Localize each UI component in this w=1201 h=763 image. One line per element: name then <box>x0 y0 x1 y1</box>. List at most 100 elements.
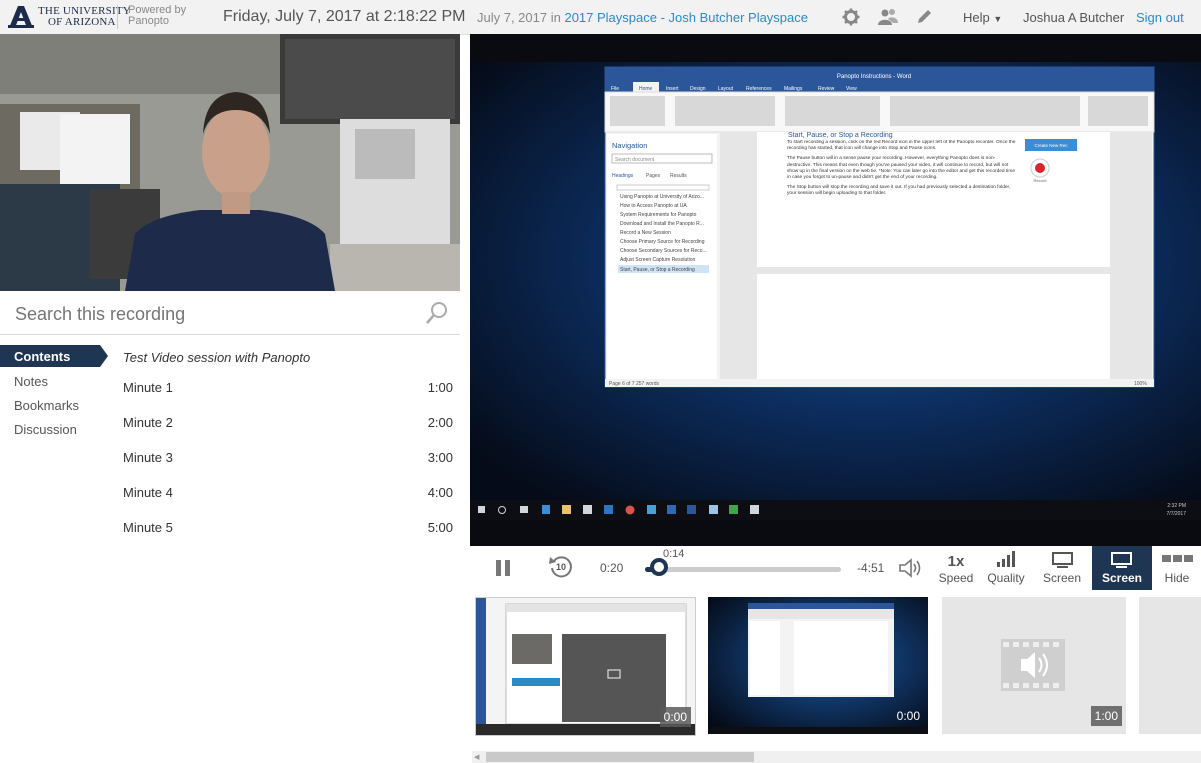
breadcrumb-date: July 7, 2017 in <box>477 10 561 25</box>
quality-button[interactable]: Quality <box>983 546 1029 590</box>
elapsed-time: 0:20 <box>600 561 624 575</box>
recorder-button-label: Create New Rec <box>1034 143 1068 148</box>
record-dot-icon <box>1035 163 1045 173</box>
filmstrip-icon <box>1162 555 1193 562</box>
powered-by-line-2: Panopto <box>128 15 169 27</box>
thumbnail[interactable] <box>1139 597 1201 734</box>
seek-handle[interactable] <box>650 558 668 576</box>
entry-label: Minute 1 <box>123 380 173 395</box>
volume-icon[interactable] <box>898 558 924 578</box>
record-label: Record <box>1034 178 1047 183</box>
sign-out-link[interactable]: Sign out <box>1136 10 1184 25</box>
screen-label: Screen <box>1101 571 1143 585</box>
ribbon-tab-insert: Insert <box>666 86 679 92</box>
nav-pane-tab: Headings <box>612 173 634 179</box>
pencil-icon[interactable] <box>916 8 933 25</box>
screen-toggle-button[interactable]: Screen <box>1037 546 1087 590</box>
help-menu[interactable]: Help ▼ <box>963 10 1002 25</box>
nav-pane-tab: Results <box>670 173 687 179</box>
university-logo[interactable]: THE UNIVERSITY OF ARIZONA <box>8 5 131 29</box>
word-title: Panopto Instructions - Word <box>837 74 911 80</box>
skip-back-label: 10 <box>555 562 566 572</box>
sidebar-item-notes[interactable]: Notes <box>14 374 48 389</box>
top-header: THE UNIVERSITY OF ARIZONA Powered by Pan… <box>0 0 1201 35</box>
sidebar-item-contents[interactable]: Contents <box>0 345 108 367</box>
windows-taskbar <box>470 500 1201 520</box>
users-icon[interactable] <box>878 8 898 26</box>
seek-bar[interactable]: 0:14 <box>645 548 841 576</box>
powered-by: Powered by Panopto <box>128 5 186 27</box>
thumbnail-strip: 0:00 0:00 1:00 <box>470 590 1201 750</box>
contents-entry[interactable]: Minute 4 4:00 <box>123 485 453 500</box>
nav-heading: Adjust Screen Capture Resolution <box>620 257 696 263</box>
taskbar-date: 7/7/2017 <box>1167 511 1187 517</box>
search-icon[interactable] <box>425 301 449 325</box>
nav-heading: Download and Install the Panopto R... <box>620 221 704 227</box>
nav-pane-search: Search document <box>615 157 655 163</box>
quality-label: Quality <box>987 571 1025 585</box>
scroll-left-icon[interactable]: ◀ <box>474 753 479 761</box>
nav-heading: Choose Primary Source for Recording <box>620 239 705 245</box>
pause-icon[interactable] <box>494 559 512 577</box>
skip-back-button[interactable]: 10 <box>548 554 574 580</box>
thumbnail-time: 0:00 <box>896 709 920 723</box>
contents-entry[interactable]: Minute 5 5:00 <box>123 520 453 535</box>
thumbnail-time: 0:00 <box>659 707 691 727</box>
contents-entry[interactable]: Minute 3 3:00 <box>123 450 453 465</box>
entry-time: 1:00 <box>427 380 453 395</box>
breadcrumb: July 7, 2017 in 2017 Playspace - Josh Bu… <box>477 10 808 25</box>
webcam-video[interactable] <box>0 34 460 291</box>
ribbon-tab-home: Home <box>639 86 653 92</box>
hide-thumbnails-button[interactable]: Hide <box>1154 546 1200 590</box>
sidebar-item-discussion[interactable]: Discussion <box>14 422 77 437</box>
thumbnail[interactable]: 0:00 <box>708 597 928 734</box>
doc-paragraph: To start recording a session, click on t… <box>787 140 1016 152</box>
entry-label: Minute 4 <box>123 485 173 500</box>
word-status: Page 6 of 7 257 words <box>609 381 660 387</box>
thumbnail-scrollbar[interactable]: ◀ <box>472 751 1201 763</box>
arizona-a-icon <box>8 6 34 28</box>
sidebar-item-label: Contents <box>14 349 71 364</box>
user-name: Joshua A Butcher <box>1023 10 1125 25</box>
ribbon-tab-review: Review <box>818 86 835 92</box>
nav-pane-tab: Pages <box>646 173 661 179</box>
nav-heading: Record a New Session <box>620 230 671 236</box>
ribbon-tab-view: View <box>846 86 857 92</box>
screen-label: Screen <box>1042 571 1082 585</box>
gear-icon[interactable] <box>842 8 860 26</box>
help-label: Help <box>963 10 990 25</box>
speed-label: Speed <box>938 571 974 585</box>
breadcrumb-folder-link[interactable]: 2017 Playspace - Josh Butcher Playspace <box>564 10 808 25</box>
nav-heading: Choose Secondary Sources for Reco... <box>620 248 707 254</box>
thumbnail[interactable]: 1:00 <box>942 597 1126 734</box>
word-zoom: 100% <box>1134 381 1147 387</box>
entry-time: 2:00 <box>427 415 453 430</box>
taskbar-time: 2:32 PM <box>1167 503 1186 509</box>
doc-paragraph: The Stop button will stop the recording … <box>787 185 1011 197</box>
contents-entry[interactable]: Minute 1 1:00 <box>123 380 453 395</box>
thumbnail[interactable]: 0:00 <box>475 597 696 736</box>
contents-entry[interactable]: Minute 2 2:00 <box>123 415 453 430</box>
header-divider <box>117 5 118 29</box>
sidebar-item-bookmarks[interactable]: Bookmarks <box>14 398 79 413</box>
speed-value: 1x <box>947 553 965 570</box>
screen-primary-button[interactable]: Screen <box>1092 546 1152 590</box>
signal-bars-icon <box>997 551 1015 567</box>
search-bar <box>0 295 460 335</box>
entry-time: 4:00 <box>427 485 453 500</box>
entry-label: Minute 5 <box>123 520 173 535</box>
monitor-icon <box>1111 552 1132 568</box>
desktop-screen: Panopto Instructions - Word File Home In… <box>470 34 1201 546</box>
search-input[interactable] <box>13 303 417 326</box>
ribbon-tab-mailings: Mailings <box>784 86 803 92</box>
nav-heading: Start, Pause, or Stop a Recording <box>620 267 695 273</box>
hide-label: Hide <box>1164 571 1190 585</box>
nav-heading: How to Access Panopto at UA <box>620 203 687 209</box>
speed-button[interactable]: 1x Speed <box>933 546 979 590</box>
scrollbar-thumb[interactable] <box>486 752 754 762</box>
entry-time: 3:00 <box>427 450 453 465</box>
thumbnail-time: 1:00 <box>1090 706 1122 726</box>
nav-heading: Using Panopto at University of Arizo... <box>620 194 704 200</box>
screen-capture-video[interactable]: Panopto Instructions - Word File Home In… <box>470 34 1201 546</box>
session-title: Test Video session with Panopto <box>123 350 311 365</box>
